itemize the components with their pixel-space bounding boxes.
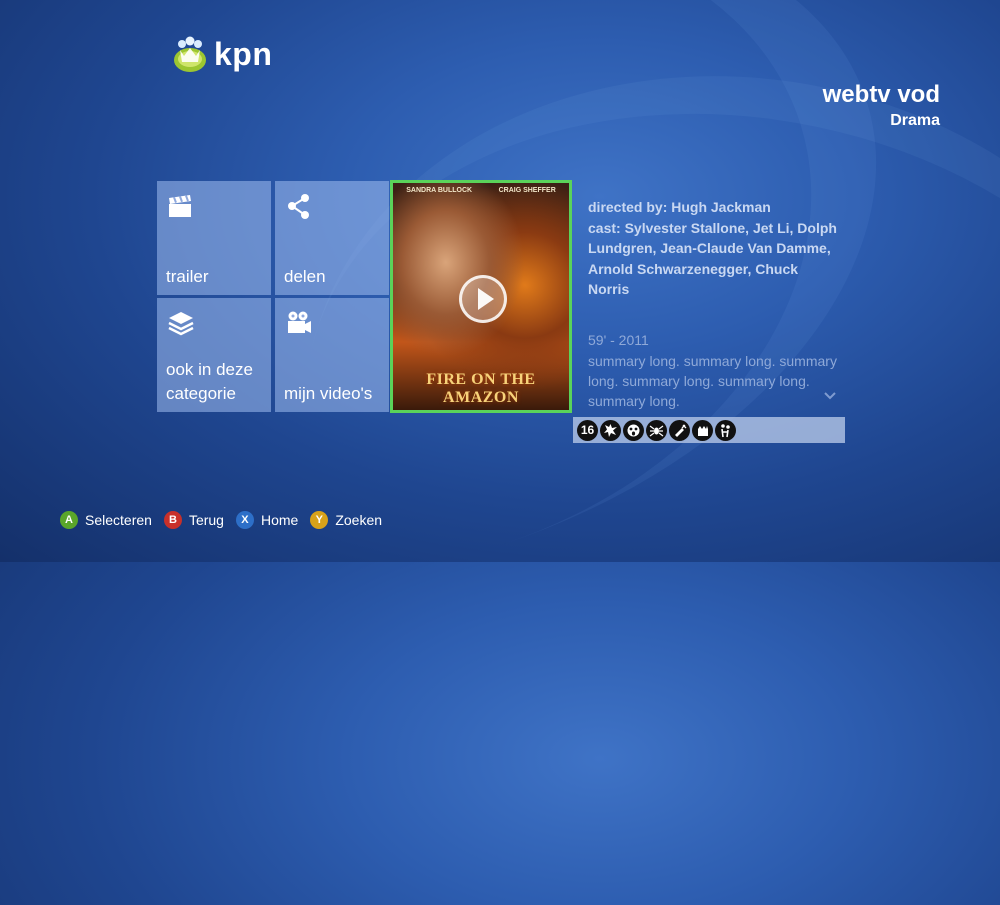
video-camera-icon bbox=[285, 310, 313, 338]
search-hint[interactable]: Y Zoeken bbox=[310, 511, 382, 529]
select-label: Selecteren bbox=[85, 512, 152, 528]
home-hint[interactable]: X Home bbox=[235, 511, 299, 529]
tile-label: mijn video's bbox=[284, 384, 373, 403]
trailer-tile[interactable]: trailer bbox=[157, 181, 271, 295]
y-button-icon: Y bbox=[310, 511, 329, 529]
x-button-icon: X bbox=[235, 511, 254, 529]
tile-label: delen bbox=[284, 267, 326, 286]
spider-icon bbox=[646, 419, 667, 441]
layers-icon bbox=[167, 310, 195, 338]
back-label: Terug bbox=[188, 512, 224, 528]
page-header: webtv vod Drama bbox=[823, 80, 940, 132]
movie-poster[interactable]: SANDRA BULLOCK CRAIG SHEFFER FIRE ON THE… bbox=[390, 180, 572, 413]
drugs-icon bbox=[669, 419, 690, 441]
poster-credit: CRAIG SHEFFER bbox=[498, 187, 556, 194]
share-tile[interactable]: delen bbox=[275, 181, 389, 295]
select-hint[interactable]: A Selecteren bbox=[60, 511, 152, 529]
movie-details: directed by: Hugh Jackman cast: Sylveste… bbox=[588, 197, 838, 413]
search-label: Zoeken bbox=[335, 512, 383, 528]
duration-year: 59' - 2011 bbox=[588, 331, 649, 348]
discrimination-icon bbox=[692, 419, 713, 441]
share-icon bbox=[285, 193, 313, 221]
b-button-icon: B bbox=[163, 511, 182, 529]
cast-text: cast: Sylvester Stallone, Jet Li, Dolph … bbox=[588, 219, 837, 298]
sex-icon bbox=[715, 419, 736, 441]
play-icon[interactable] bbox=[459, 275, 507, 323]
summary-text: summary long. summary long. summary long… bbox=[588, 352, 837, 409]
a-button-icon: A bbox=[60, 511, 78, 529]
kpn-logo: kpn bbox=[170, 34, 272, 74]
home-label: Home bbox=[260, 512, 299, 528]
violence-icon bbox=[600, 419, 621, 441]
age-rating-badge: 16 bbox=[577, 419, 598, 441]
poster-credit: SANDRA BULLOCK bbox=[406, 187, 473, 194]
kijkwijzer-ratings: 16 bbox=[573, 417, 845, 443]
chevron-down-icon[interactable] bbox=[822, 388, 838, 404]
tile-label: ook in deze categorie bbox=[166, 360, 253, 403]
kpn-crown-icon bbox=[170, 34, 210, 74]
poster-credits: SANDRA BULLOCK CRAIG SHEFFER bbox=[393, 187, 569, 194]
tile-label: trailer bbox=[166, 267, 209, 286]
page-title: webtv vod bbox=[822, 81, 940, 108]
my-videos-tile[interactable]: mijn video's bbox=[275, 298, 389, 412]
controller-hints: A Selecteren B Terug X Home Y Zoeken bbox=[60, 511, 394, 529]
poster-title: FIRE ON THE AMAZON bbox=[426, 371, 536, 406]
same-category-tile[interactable]: ook in deze categorie bbox=[157, 298, 271, 412]
director-text: directed by: Hugh Jackman bbox=[588, 199, 771, 215]
page-subtitle: Drama bbox=[890, 112, 940, 129]
back-hint[interactable]: B Terug bbox=[163, 511, 224, 529]
clapperboard-icon bbox=[167, 193, 195, 221]
brand-name: kpn bbox=[214, 35, 273, 72]
fear-icon bbox=[623, 419, 644, 441]
